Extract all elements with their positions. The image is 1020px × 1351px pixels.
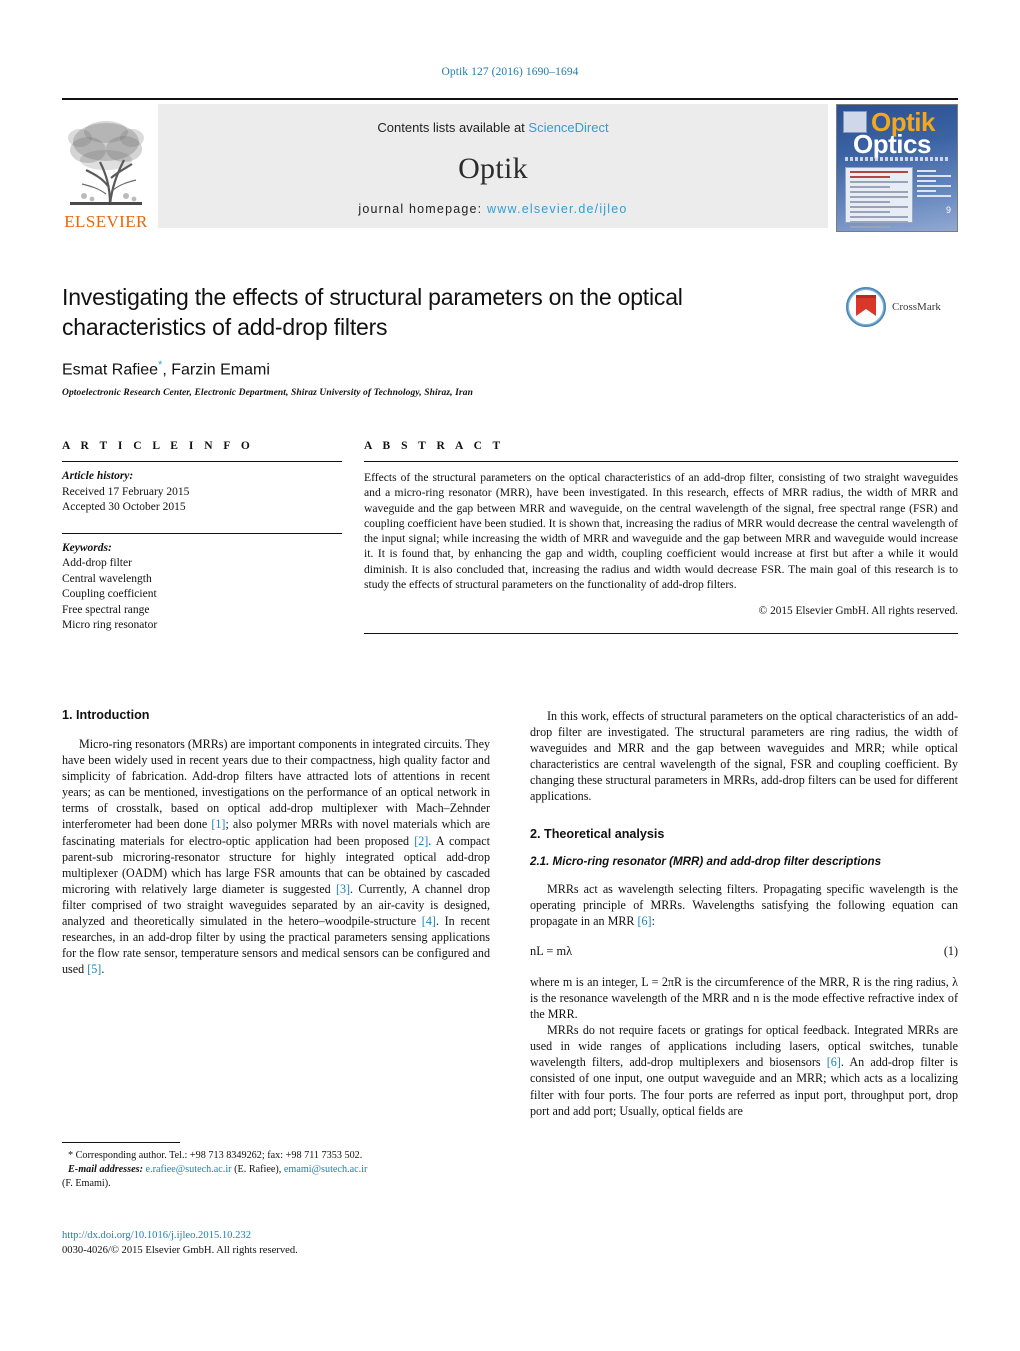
keywords-group: Keywords: Add-drop filter Central wavele… [62,534,342,634]
equation-1-number: (1) [943,943,958,958]
doi-block: http://dx.doi.org/10.1016/j.ijleo.2015.1… [62,1228,562,1258]
email-owner-1: (E. Rafiee), [231,1164,284,1175]
work-overview-paragraph: In this work, effects of structural para… [530,709,958,804]
keyword-item: Micro ring resonator [62,619,158,631]
page-title: Investigating the effects of structural … [62,284,683,340]
footnote-rule [62,1142,180,1143]
contents-available-line: Contents lists available at ScienceDirec… [158,120,828,135]
crossmark-badge[interactable]: CrossMark [845,284,957,330]
doi-link[interactable]: http://dx.doi.org/10.1016/j.ijleo.2015.1… [62,1228,562,1243]
cover-contents-panel [845,167,913,228]
masthead-center-band: Contents lists available at ScienceDirec… [158,104,828,228]
journal-homepage-line: journal homepage: www.elsevier.de/ijleo [158,202,828,216]
corresponding-author-note: * Corresponding author. Tel.: +98 713 83… [62,1149,490,1163]
citation-ref-4[interactable]: [4] [422,914,436,928]
mrr-applications-paragraph: MRRs do not require facets or gratings f… [530,1022,958,1119]
intro-paragraph: Micro-ring resonators (MRRs) are importa… [62,736,490,977]
corresponding-author-text: Corresponding author. Tel.: +98 713 8349… [73,1150,363,1161]
body-left-column: 1. Introduction Micro-ring resonators (M… [62,708,490,1119]
equation-1-row: nL = mλ (1) [530,944,958,959]
footnote-block: * Corresponding author. Tel.: +98 713 83… [62,1142,490,1191]
article-history-group: Article history: Received 17 February 20… [62,462,342,516]
email-addresses-label: E-mail addresses: [68,1164,143,1175]
author-first: Esmat Rafiee [62,361,159,379]
cover-title-optics: Optics [853,129,931,159]
journal-homepage-link[interactable]: www.elsevier.de/ijleo [487,202,628,216]
abstract-text: Effects of the structural parameters on … [364,471,958,592]
body-right-column: In this work, effects of structural para… [530,708,958,1119]
article-received-date: Received 17 February 2015 [62,485,190,498]
keyword-item: Add-drop filter [62,557,132,569]
sciencedirect-link[interactable]: ScienceDirect [528,120,608,135]
author-rest: , Farzin Emami [162,361,270,379]
running-head: Optik 127 (2016) 1690–1694 [441,66,579,78]
elsevier-logo: ELSEVIER [62,104,150,232]
equation-1-body: nL = mλ [530,943,573,958]
abstract-copyright: © 2015 Elsevier GmbH. All rights reserve… [758,605,958,618]
citation-ref-1[interactable]: [1] [211,817,225,831]
issn-copyright-line: 0030-4026/© 2015 Elsevier GmbH. All righ… [62,1245,298,1256]
article-info-heading: A R T I C L E I N F O [62,440,254,452]
email-link-emami[interactable]: emami@sutech.ac.ir [284,1164,368,1175]
journal-title: Optik [458,152,528,185]
paper-page: Optik 127 (2016) 1690–1694 ELSEVIER Cont… [0,0,1020,1351]
article-history-label: Article history: [62,470,134,482]
section-2-1-heading: 2.1. Micro-ring resonator (MRR) and add-… [530,854,882,868]
citation-ref-6[interactable]: [6] [637,914,651,928]
info-and-abstract: A R T I C L E I N F O Article history: R… [62,440,958,635]
mrr-text-a: MRRs act as wavelength selecting filters… [530,881,958,928]
author-list: Esmat Rafiee*, Farzin Emami [62,359,822,379]
citation-ref-3[interactable]: [3] [336,882,350,896]
keyword-item: Free spectral range [62,603,150,616]
keywords-label: Keywords: [62,541,112,554]
citation-ref-2[interactable]: [2] [414,834,428,848]
mrr-text-b: : [651,913,655,928]
section-2-heading: 2. Theoretical analysis [530,826,665,841]
email-owner-2: (F. Emami). [62,1178,111,1189]
mrr-paragraph: MRRs act as wavelength selecting filters… [530,881,958,929]
contents-prefix: Contents lists available at [377,120,529,135]
abstract-bottom-rule [364,633,958,635]
journal-cover-thumbnail: Optik Optics 9 [836,104,958,232]
cover-issue-number: 9 [945,205,951,215]
abstract-heading: A B S T R A C T [364,440,505,452]
crossmark-icon [845,286,887,328]
affiliation: Optoelectronic Research Center, Electron… [62,388,473,399]
homepage-prefix: journal homepage: [358,202,488,216]
crossmark-label: CrossMark [892,301,941,313]
where-paragraph: where m is an integer, L = 2πR is the ci… [530,974,958,1022]
article-info-column: A R T I C L E I N F O Article history: R… [62,440,342,634]
citation-ref-6b[interactable]: [6] [827,1055,841,1069]
article-accepted-date: Accepted 30 October 2015 [62,501,186,513]
journal-masthead: ELSEVIER Contents lists available at Sci… [62,98,958,232]
elsevier-tree-icon [68,121,144,205]
body-columns: 1. Introduction Micro-ring resonators (M… [62,708,958,1119]
abstract-column: A B S T R A C T Effects of the structura… [364,440,958,635]
cover-subtitle-rule [845,157,949,161]
intro-text-f: . [101,962,105,977]
keyword-item: Coupling coefficient [62,588,157,600]
section-1-heading: 1. Introduction [62,708,150,722]
email-note: E-mail addresses: e.rafiee@sutech.ac.ir … [62,1163,490,1177]
citation-ref-5[interactable]: [5] [87,962,101,976]
keyword-item: Central wavelength [62,572,152,585]
title-block: Investigating the effects of structural … [62,282,822,398]
email-link-rafiee[interactable]: e.rafiee@sutech.ac.ir [146,1164,232,1175]
elsevier-wordmark: ELSEVIER [64,212,148,231]
